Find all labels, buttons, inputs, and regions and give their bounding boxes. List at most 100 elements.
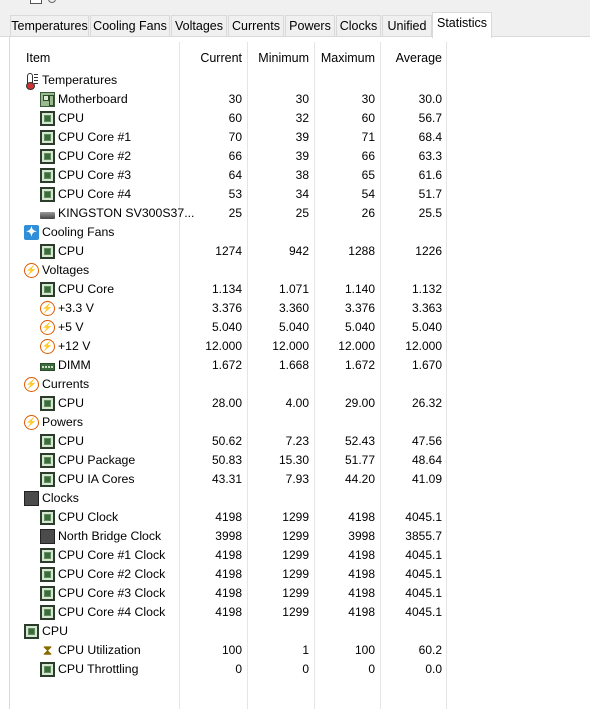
maximum-value: 60 [361,111,375,125]
current-value: 4198 [215,548,242,562]
disk-drive-icon [40,212,55,219]
average-value: 56.7 [418,111,442,125]
column-header-item[interactable]: Item [26,44,50,68]
group-row[interactable]: ⚡ Powers [0,413,590,432]
current-value: 25 [228,206,242,220]
table-row[interactable]: CPU Core #3 64 38 65 61.6 [0,166,590,185]
maximum-value: 5.040 [344,320,375,334]
group-row[interactable]: ✦ Cooling Fans [0,223,590,242]
tab-voltages[interactable]: Voltages [171,15,227,36]
table-row[interactable]: CPU Package 50.83 15.30 51.77 48.64 [0,451,590,470]
minimum-value: 3.360 [278,301,309,315]
table-row[interactable]: CPU Core #4 53 34 54 51.7 [0,185,590,204]
clock-chip-icon [22,491,41,506]
maximum-value: 1.672 [344,358,375,372]
sensor-label: CPU [58,434,84,448]
lightning-icon: ⚡ [24,415,39,430]
table-row[interactable]: CPU Core #1 Clock 4198 1299 4198 4045.1 [0,546,590,565]
current-value: 43.31 [211,472,242,486]
column-header-maximum[interactable]: Maximum [315,44,375,68]
table-row[interactable]: CPU Core #4 Clock 4198 1299 4198 4045.1 [0,603,590,622]
minimum-value: 1299 [282,605,309,619]
sensor-label: CPU Core #3 [58,168,132,182]
tab-temperatures[interactable]: Temperatures [10,15,89,36]
minimum-value: 1 [302,643,309,657]
average-value: 4045.1 [405,567,442,581]
table-row[interactable]: CPU 1274 942 1288 1226 [0,242,590,261]
average-value: 61.6 [418,168,442,182]
current-value: 50.83 [211,453,242,467]
current-value: 1274 [215,244,242,258]
column-header-minimum[interactable]: Minimum [248,44,309,68]
cpu-chip-icon [40,605,55,620]
table-row[interactable]: CPU 60 32 60 56.7 [0,109,590,128]
minimum-value: 4.00 [285,396,309,410]
table-row[interactable]: CPU Core 1.134 1.071 1.140 1.132 [0,280,590,299]
clock-chip-icon [38,529,57,544]
column-header-current[interactable]: Current [180,44,242,68]
sensor-label: Motherboard [58,92,128,106]
current-value: 50.62 [211,434,242,448]
table-row[interactable]: CPU Core #1 70 39 71 68.4 [0,128,590,147]
column-header-average[interactable]: Average [381,44,442,68]
table-row[interactable]: ⚡ +3.3 V 3.376 3.360 3.376 3.363 [0,299,590,318]
current-value: 100 [221,643,242,657]
average-value: 5.040 [411,320,442,334]
sensor-label: KINGSTON SV300S37... [58,206,195,220]
tab-unified[interactable]: Unified [382,15,432,36]
minimum-value: 1299 [282,510,309,524]
minimum-value: 12.000 [272,339,309,353]
sensor-label: CPU Throttling [58,662,139,676]
tab-cooling-fans[interactable]: Cooling Fans [90,15,170,36]
sensor-label: CPU Core #2 [58,149,132,163]
sensor-label: CPU Core #2 Clock [58,567,166,581]
table-row[interactable]: Motherboard 30 30 30 30.0 [0,90,590,109]
tab-currents[interactable]: Currents [228,15,284,36]
group-row[interactable]: Clocks [0,489,590,508]
table-row[interactable]: ⚡ +12 V 12.000 12.000 12.000 12.000 [0,337,590,356]
table-row[interactable]: CPU 50.62 7.23 52.43 47.56 [0,432,590,451]
table-row[interactable]: CPU 28.00 4.00 29.00 26.32 [0,394,590,413]
table-row[interactable]: ⚡ +5 V 5.040 5.040 5.040 5.040 [0,318,590,337]
cpu-chip-icon [40,282,55,297]
table-row[interactable]: DIMM 1.672 1.668 1.672 1.670 [0,356,590,375]
table-row[interactable]: CPU Throttling 0 0 0 0.0 [0,660,590,679]
table-row[interactable]: CPU Core #2 66 39 66 63.3 [0,147,590,166]
maximum-value: 44.20 [344,472,375,486]
average-value: 63.3 [418,149,442,163]
sensor-label: CPU [58,111,84,125]
maximum-value: 3.376 [344,301,375,315]
cpu-chip-icon [40,187,55,202]
average-value: 4045.1 [405,586,442,600]
group-row[interactable]: CPU [0,622,590,641]
minimum-value: 7.93 [285,472,309,486]
sensor-label: CPU Core #1 [58,130,132,144]
average-value: 3855.7 [405,529,442,543]
maximum-value: 54 [361,187,375,201]
memory-module-icon [40,363,55,371]
average-value: 1.670 [411,358,442,372]
tab-powers[interactable]: Powers [285,15,335,36]
group-row[interactable]: Temperatures [0,71,590,90]
minimum-value: 38 [295,168,309,182]
tab-statistics[interactable]: Statistics [432,12,492,38]
current-value: 64 [228,168,242,182]
table-row[interactable]: CPU Core #2 Clock 4198 1299 4198 4045.1 [0,565,590,584]
table-row[interactable]: KINGSTON SV300S37... 25 25 26 25.5 [0,204,590,223]
tab-clocks[interactable]: Clocks [336,15,381,36]
table-row[interactable]: North Bridge Clock 3998 1299 3998 3855.7 [0,527,590,546]
group-label: Currents [42,377,90,391]
current-value: 4198 [215,586,242,600]
group-label: Voltages [42,263,90,277]
table-row[interactable]: CPU IA Cores 43.31 7.93 44.20 41.09 [0,470,590,489]
group-row[interactable]: ⚡ Currents [0,375,590,394]
group-row[interactable]: ⚡ Voltages [0,261,590,280]
maximum-value: 12.000 [338,339,375,353]
average-value: 47.56 [411,434,442,448]
lightning-icon: ⚡ [40,301,55,316]
table-row[interactable]: CPU Clock 4198 1299 4198 4045.1 [0,508,590,527]
table-row[interactable]: CPU Core #3 Clock 4198 1299 4198 4045.1 [0,584,590,603]
current-value: 4198 [215,605,242,619]
table-row[interactable]: ⧗ CPU Utilization 100 1 100 60.2 [0,641,590,660]
minimum-value: 1299 [282,548,309,562]
